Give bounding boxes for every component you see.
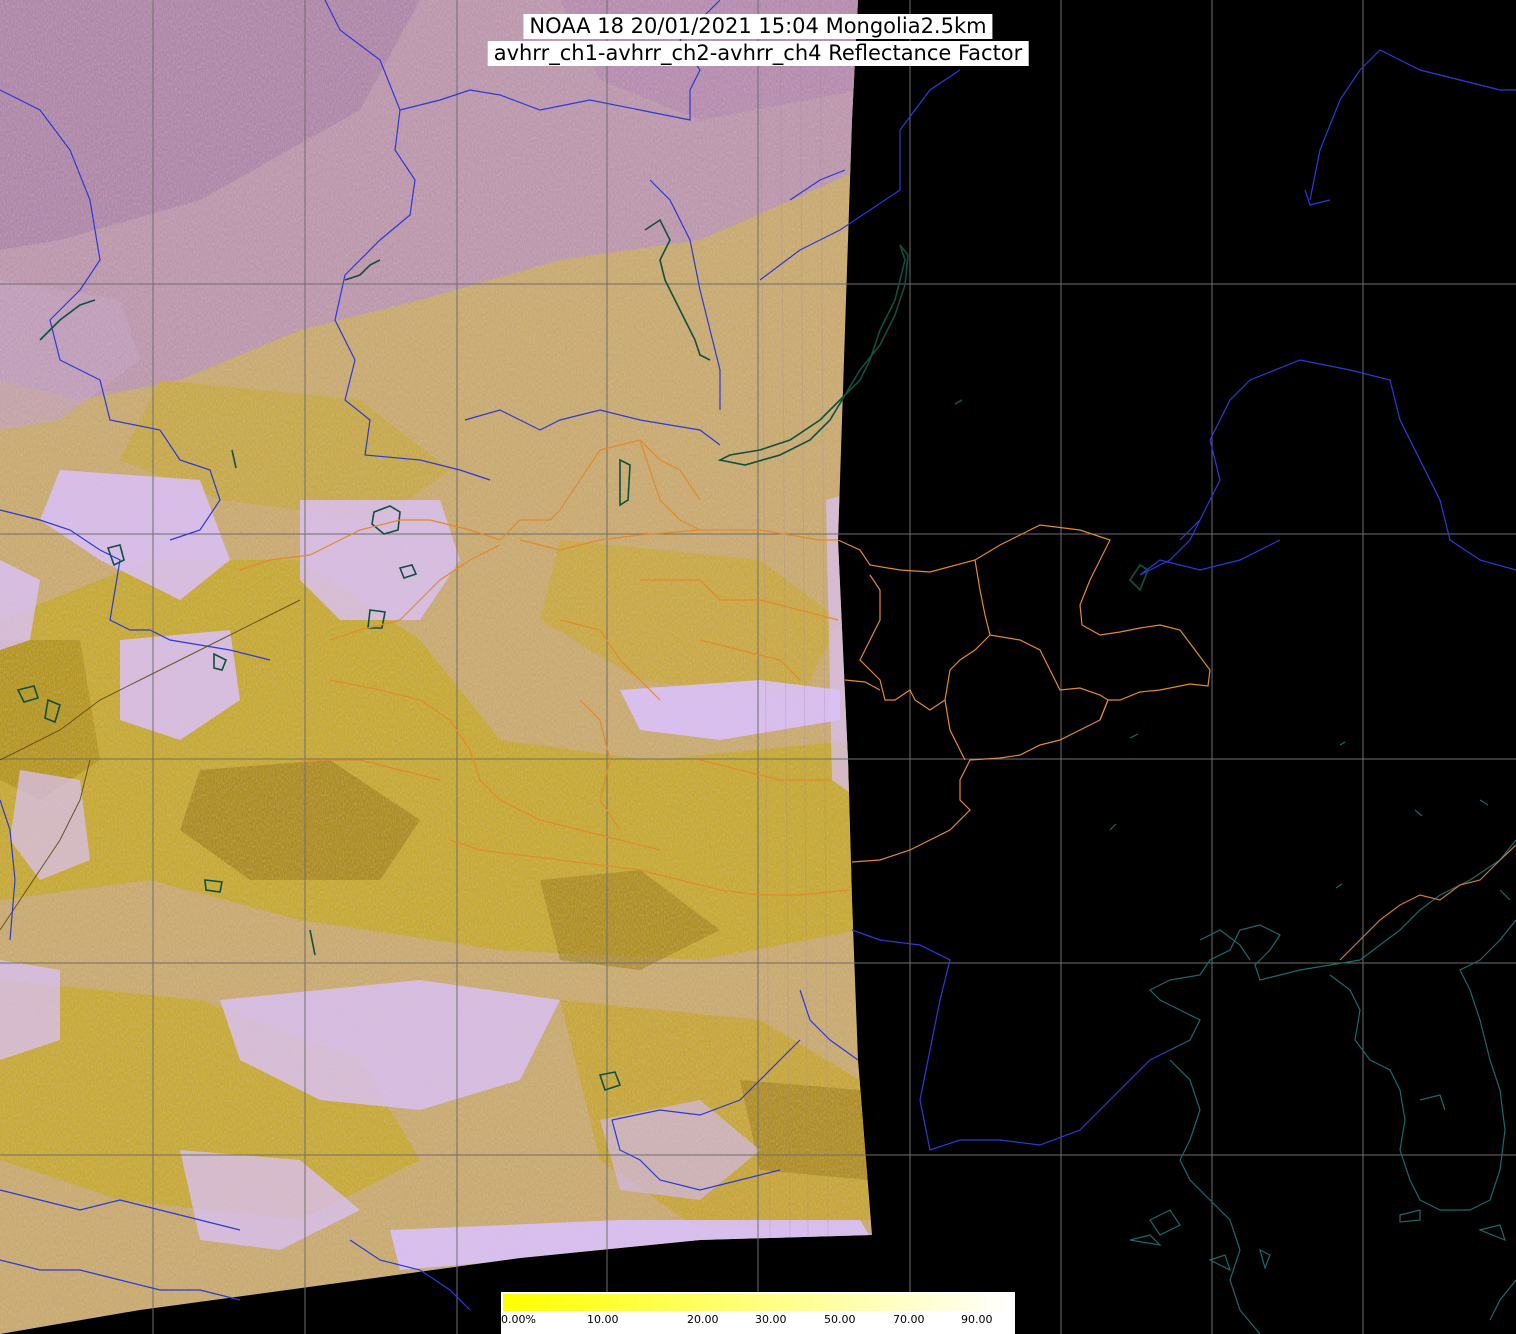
map-subtitle: avhrr_ch1-avhrr_ch2-avhrr_ch4 Reflectanc… [487, 41, 1029, 66]
colorbar-label-0: 0.00% [501, 1313, 536, 1326]
colorbar-label-10: 10.00 [587, 1313, 619, 1326]
colorbar-label-50: 50.00 [824, 1313, 856, 1326]
colorbar-gradient [503, 1294, 1013, 1311]
colorbar-labels: 0.00% 10.00 20.00 30.00 50.00 70.00 90.0… [501, 1312, 1015, 1332]
colorbar-label-20: 20.00 [687, 1313, 719, 1326]
colorbar-legend: 0.00% 10.00 20.00 30.00 50.00 70.00 90.0… [501, 1292, 1015, 1334]
satellite-map [0, 0, 1516, 1334]
colorbar-label-70: 70.00 [893, 1313, 925, 1326]
satellite-swath [0, 0, 872, 1334]
colorbar-label-30: 30.00 [755, 1313, 787, 1326]
map-title: NOAA 18 20/01/2021 15:04 Mongolia2.5km [523, 14, 993, 39]
colorbar-label-90: 90.00 [961, 1313, 993, 1326]
